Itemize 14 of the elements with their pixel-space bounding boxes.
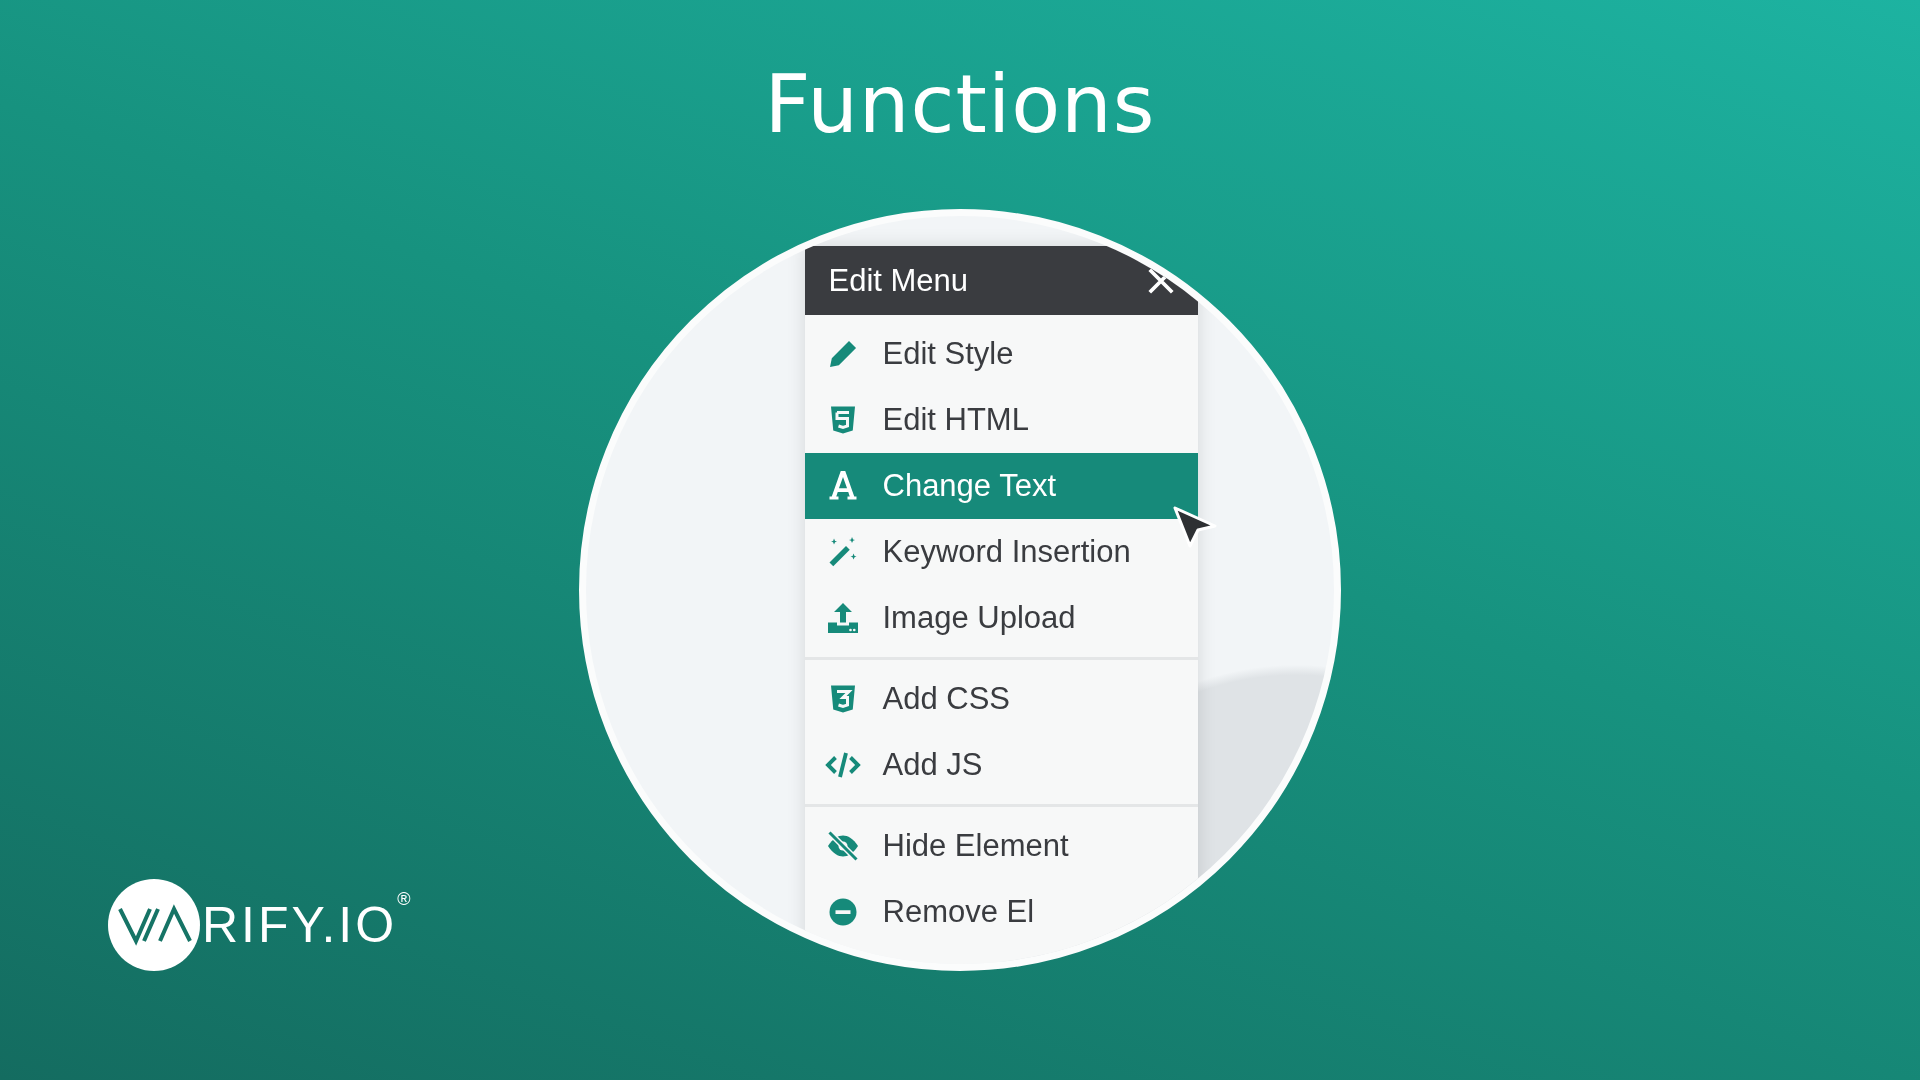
menu-item[interactable]: Add JS bbox=[804, 732, 1198, 798]
registered-mark: ® bbox=[397, 889, 411, 910]
menu-title: Edit Menu bbox=[828, 262, 969, 299]
menu-item[interactable]: Add CSS bbox=[804, 666, 1198, 732]
menu-item[interactable]: Hide Element bbox=[804, 813, 1198, 879]
logo-mark-icon bbox=[108, 879, 200, 971]
menu-item[interactable]: Change Text bbox=[804, 453, 1198, 519]
page-title: Functions bbox=[764, 58, 1156, 151]
menu-item[interactable]: Edit Style bbox=[804, 321, 1198, 387]
menu-item[interactable]: Edit HTML bbox=[804, 387, 1198, 453]
menu-item[interactable]: Image Upload bbox=[804, 585, 1198, 651]
menu-item[interactable]: Keyword Insertion bbox=[804, 519, 1198, 585]
menu-item[interactable]: Remove El bbox=[804, 879, 1198, 945]
logo-text: RIFY.IO bbox=[202, 897, 398, 954]
